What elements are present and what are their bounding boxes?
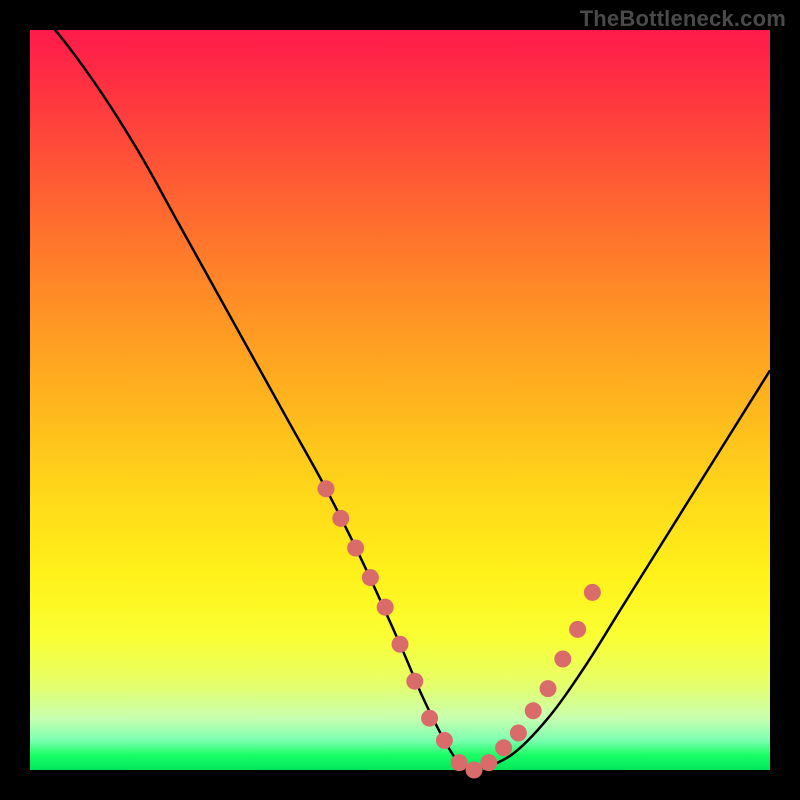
marker-dot [466, 762, 483, 779]
marker-dot [554, 651, 571, 668]
marker-dot [347, 540, 364, 557]
chart-plot-area [30, 30, 770, 770]
marker-dot [318, 480, 335, 497]
marker-dot [584, 584, 601, 601]
marker-dot [392, 636, 409, 653]
marker-dot [377, 599, 394, 616]
marker-dot [540, 680, 557, 697]
marker-dot [510, 725, 527, 742]
bottleneck-curve [30, 0, 770, 770]
marker-dot [569, 621, 586, 638]
marker-dot [421, 710, 438, 727]
marker-dot [332, 510, 349, 527]
marker-dot [525, 702, 542, 719]
marker-dot [495, 739, 512, 756]
chart-frame: TheBottleneck.com [0, 0, 800, 800]
marker-dot [480, 754, 497, 771]
marker-dot [451, 754, 468, 771]
watermark-text: TheBottleneck.com [580, 6, 786, 32]
chart-svg [30, 30, 770, 770]
marker-dot [436, 732, 453, 749]
curve-path [30, 0, 770, 770]
marker-dot [406, 673, 423, 690]
marker-dots [318, 480, 601, 778]
marker-dot [362, 569, 379, 586]
